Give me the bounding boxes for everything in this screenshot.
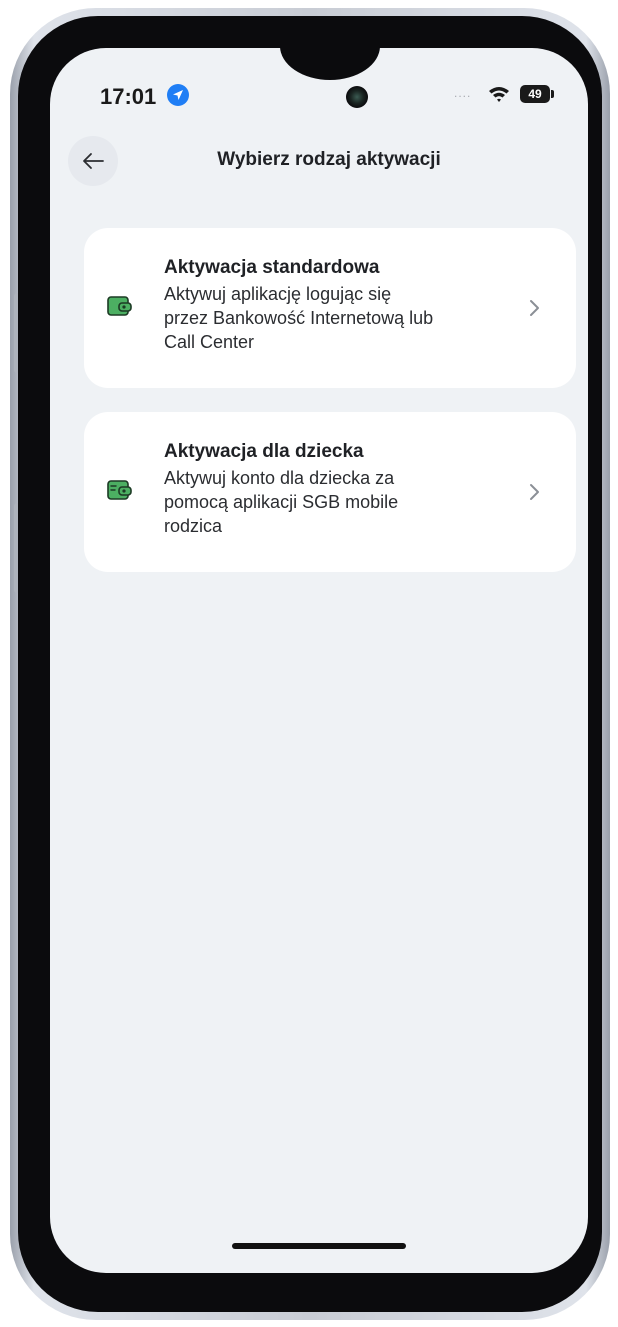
front-camera [346, 86, 368, 108]
location-arrow-icon [167, 84, 189, 106]
battery-icon: 49 [520, 85, 550, 103]
option-title: Aktywacja dla dziecka [164, 441, 364, 462]
battery-level: 49 [528, 87, 542, 101]
chevron-right-icon [530, 300, 539, 316]
option-child-activation[interactable]: Aktywacja dla dziecka Aktywuj konto dla … [84, 412, 576, 572]
option-description: Aktywuj aplikację logując się przez Bank… [164, 282, 509, 354]
status-bar: 17:01 .... 49 [50, 78, 588, 118]
home-indicator[interactable] [232, 1243, 406, 1249]
phone-screen: 17:01 .... 49 Wybierz rodzaj aktywacji A… [50, 48, 588, 1273]
option-description-line: pomocą aplikacji SGB mobile [164, 492, 399, 512]
option-description-line: Call Center [164, 332, 255, 352]
signal-indicator: .... [454, 86, 472, 100]
option-standard-activation[interactable]: Aktywacja standardowa Aktywuj aplikację … [84, 228, 576, 388]
option-description: Aktywuj konto dla dziecka za pomocą apli… [164, 466, 509, 538]
wifi-icon [487, 84, 511, 109]
wallet-icon [107, 296, 132, 316]
option-text: Aktywacja standardowa Aktywuj aplikację … [164, 256, 509, 354]
option-description-line: rodzica [164, 516, 223, 536]
option-text: Aktywacja dla dziecka Aktywuj konto dla … [164, 440, 509, 538]
app-header: Wybierz rodzaj aktywacji [50, 136, 588, 186]
battery-tip [551, 90, 554, 98]
chevron-right-icon [530, 484, 539, 500]
option-description-line: przez Bankowość Internetową lub [164, 308, 434, 328]
screen-notch [280, 48, 380, 80]
child-wallet-icon [107, 480, 132, 500]
phone-frame: 17:01 .... 49 Wybierz rodzaj aktywacji A… [10, 8, 610, 1320]
page-title: Wybierz rodzaj aktywacji [217, 149, 441, 170]
option-description-line: Aktywuj aplikację logując się [164, 284, 392, 304]
option-description-line: Aktywuj konto dla dziecka za [164, 468, 395, 488]
option-title: Aktywacja standardowa [164, 257, 380, 278]
status-time: 17:01 [100, 84, 157, 109]
